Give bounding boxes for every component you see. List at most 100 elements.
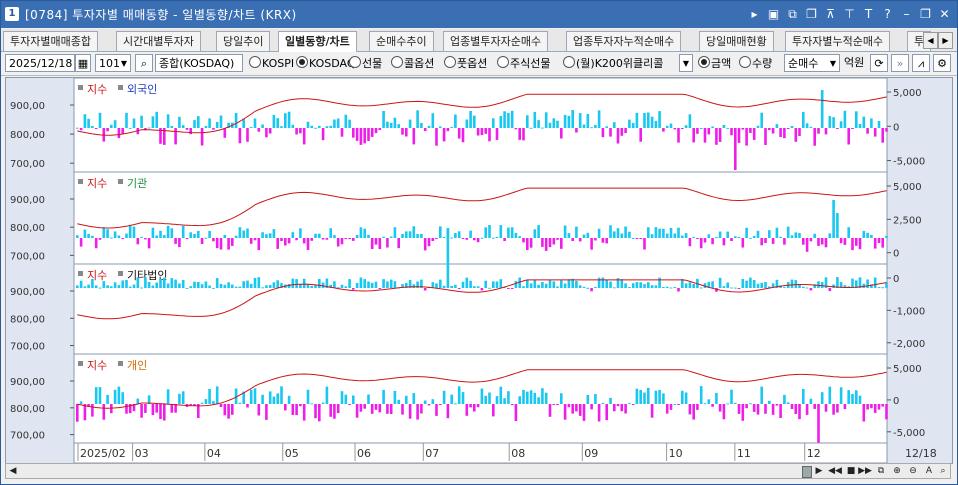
net-buy-bar[interactable] [469, 230, 472, 238]
net-buy-bar[interactable] [820, 392, 824, 404]
net-buy-bar[interactable] [473, 238, 476, 241]
net-buy-bar[interactable] [790, 126, 794, 128]
net-buy-bar[interactable] [189, 286, 192, 288]
net-buy-bar[interactable] [476, 286, 480, 288]
net-buy-bar[interactable] [741, 404, 745, 421]
tab-next-icon[interactable]: ▶ [938, 32, 953, 49]
net-buy-bar[interactable] [234, 112, 238, 128]
net-buy-bar[interactable] [408, 404, 412, 419]
net-buy-bar[interactable] [624, 128, 627, 133]
net-buy-bar[interactable] [197, 116, 200, 128]
net-buy-bar[interactable] [348, 119, 351, 128]
net-buy-bar[interactable] [363, 228, 366, 238]
net-buy-bar[interactable] [718, 404, 722, 412]
net-buy-bar[interactable] [529, 238, 533, 248]
net-buy-bar[interactable] [567, 404, 571, 408]
net-buy-bar[interactable] [586, 113, 590, 128]
net-buy-bar[interactable] [552, 118, 556, 128]
net-buy-bar[interactable] [730, 389, 733, 404]
net-buy-bar[interactable] [639, 128, 642, 142]
net-buy-bar[interactable] [673, 404, 677, 405]
net-buy-bar[interactable] [492, 281, 495, 288]
net-buy-bar[interactable] [817, 128, 820, 134]
tab-net-buy-trend[interactable]: 순매수추이 [369, 31, 434, 51]
net-buy-bar[interactable] [480, 128, 484, 136]
net-buy-bar[interactable] [552, 404, 556, 405]
net-buy-bar[interactable] [147, 238, 151, 249]
net-buy-bar[interactable] [613, 404, 616, 412]
net-buy-bar[interactable] [321, 128, 325, 141]
net-buy-bar[interactable] [601, 128, 605, 138]
copy-window-icon[interactable]: ❐ [803, 6, 820, 22]
net-buy-bar[interactable] [457, 386, 461, 404]
net-buy-bar[interactable] [306, 284, 310, 289]
net-buy-bar[interactable] [813, 404, 816, 409]
net-buy-bar[interactable] [151, 285, 155, 288]
radio-kospi[interactable]: KOSPI [249, 55, 294, 72]
net-buy-bar[interactable] [144, 238, 147, 240]
net-buy-bar[interactable] [79, 128, 83, 131]
net-buy-bar[interactable] [609, 397, 612, 404]
net-buy-bar[interactable] [431, 238, 435, 241]
net-buy-bar[interactable] [329, 125, 332, 128]
net-buy-bar[interactable] [446, 228, 450, 288]
net-buy-bar[interactable] [465, 277, 469, 288]
net-buy-bar[interactable] [711, 238, 714, 245]
net-buy-bar[interactable] [734, 402, 737, 404]
net-buy-bar[interactable] [215, 238, 219, 249]
net-buy-bar[interactable] [318, 233, 321, 238]
net-buy-bar[interactable] [329, 228, 332, 238]
net-buy-bar[interactable] [673, 233, 677, 239]
net-buy-bar[interactable] [325, 126, 329, 128]
net-buy-bar[interactable] [681, 128, 684, 129]
net-buy-bar[interactable] [881, 238, 884, 248]
net-buy-bar[interactable] [219, 404, 223, 407]
net-buy-bar[interactable] [794, 128, 798, 142]
net-buy-bar[interactable] [299, 128, 302, 134]
net-buy-bar[interactable] [302, 278, 306, 288]
net-buy-bar[interactable] [121, 280, 124, 289]
calendar-icon[interactable]: ▦ [75, 54, 91, 72]
net-buy-bar[interactable] [174, 404, 177, 413]
net-buy-bar[interactable] [318, 404, 321, 422]
net-buy-bar[interactable] [790, 279, 794, 288]
net-buy-bar[interactable] [200, 402, 204, 404]
net-buy-bar[interactable] [855, 390, 858, 404]
settings-icon[interactable]: ⚙ [933, 54, 951, 72]
net-buy-bar[interactable] [389, 279, 393, 288]
net-buy-bar[interactable] [442, 237, 446, 238]
net-buy-bar[interactable] [204, 281, 208, 289]
net-buy-bar[interactable] [764, 282, 767, 288]
net-buy-bar[interactable] [246, 404, 249, 408]
net-buy-bar[interactable] [355, 283, 359, 288]
net-buy-bar[interactable] [737, 128, 741, 143]
net-buy-bar[interactable] [178, 283, 181, 289]
net-buy-bar[interactable] [556, 238, 559, 240]
net-buy-bar[interactable] [204, 399, 208, 404]
net-buy-bar[interactable] [208, 231, 211, 238]
net-buy-bar[interactable] [790, 235, 794, 238]
net-buy-bar[interactable] [242, 230, 245, 239]
net-buy-bar[interactable] [885, 128, 888, 132]
net-buy-bar[interactable] [650, 285, 654, 288]
net-buy-bar[interactable] [862, 116, 866, 128]
net-buy-bar[interactable] [578, 113, 582, 128]
net-buy-bar[interactable] [480, 288, 484, 291]
net-buy-bar[interactable] [412, 284, 416, 288]
net-buy-bar[interactable] [824, 238, 828, 248]
net-buy-bar[interactable] [556, 404, 559, 405]
net-buy-bar[interactable] [832, 117, 835, 128]
net-buy-bar[interactable] [299, 404, 302, 407]
net-buy-bar[interactable] [628, 287, 631, 288]
net-buy-bar[interactable] [314, 233, 317, 238]
net-buy-bar[interactable] [268, 233, 272, 238]
net-buy-bar[interactable] [215, 278, 219, 288]
net-buy-bar[interactable] [386, 281, 389, 288]
net-buy-bar[interactable] [185, 287, 189, 289]
net-buy-bar[interactable] [79, 280, 83, 288]
net-buy-bar[interactable] [310, 125, 313, 128]
net-buy-bar[interactable] [238, 402, 242, 404]
code-select[interactable]: 101 ▼ [95, 54, 131, 72]
net-buy-bar[interactable] [223, 234, 227, 238]
net-buy-bar[interactable] [212, 128, 215, 130]
